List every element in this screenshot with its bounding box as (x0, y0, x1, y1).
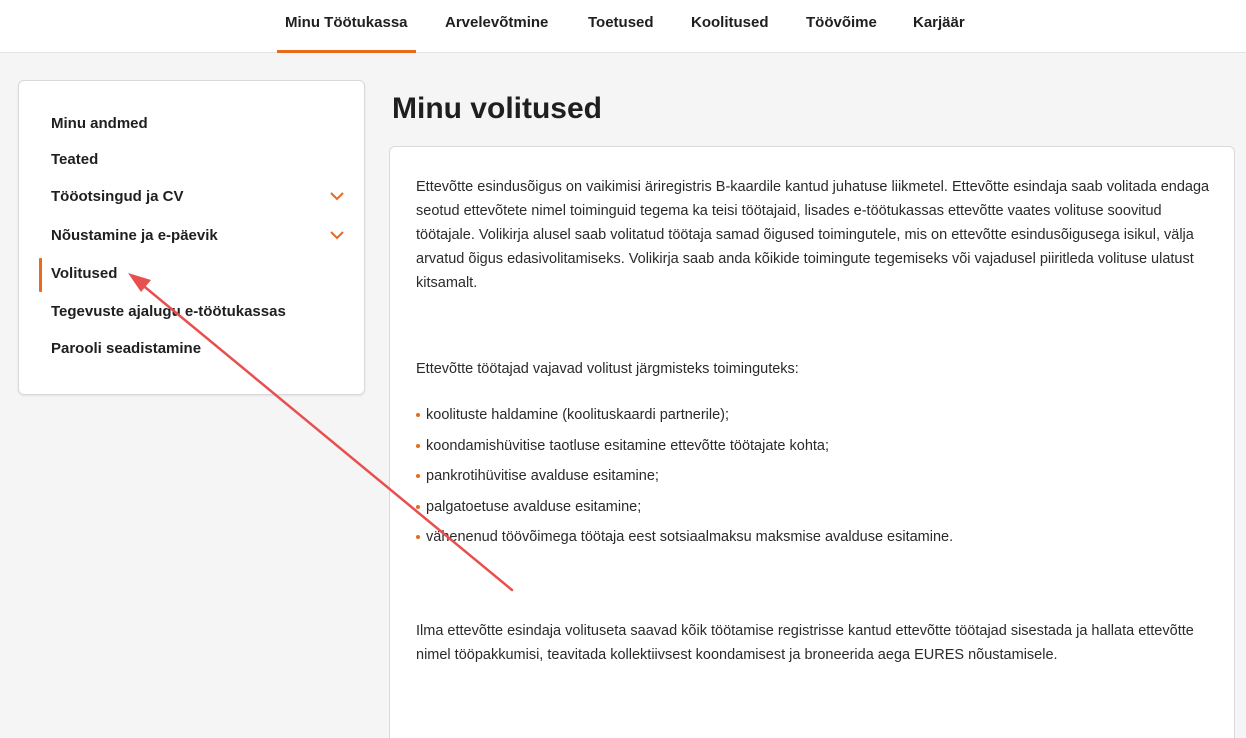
sidebar-item-label: Volitused (51, 265, 118, 282)
sidebar-item-label: Tegevuste ajalugu e-töötukassas (51, 303, 286, 320)
tab-minu-tootukassa[interactable]: Minu Töötukassa (277, 0, 416, 53)
intro-paragraph: Ettevõtte esindusõigus on vaikimisi ärir… (416, 179, 1210, 291)
sidebar-item-minu-andmed[interactable]: Minu andmed (51, 110, 344, 138)
sidebar-item-toootsingud-ja-cv[interactable]: Tööotsingud ja CV (51, 183, 344, 211)
tab-karjaar[interactable]: Karjäär (913, 0, 965, 53)
list-item: vähenenud töövõimega töötaja eest sotsia… (416, 525, 1216, 556)
tab-arvelevotmine[interactable]: Arvelevõtmine (445, 0, 548, 53)
top-navigation: Minu Töötukassa Arvelevõtmine Toetused K… (0, 0, 1246, 53)
sidebar-item-label: Minu andmed (51, 115, 148, 132)
requirements-heading-paragraph: Ettevõtte töötajad vajavad volitust järg… (416, 361, 799, 377)
sidebar-item-label: Nõustamine ja e-päevik (51, 227, 218, 244)
requirements-list: koolituste haldamine (koolituskaardi par… (416, 403, 1216, 556)
sidebar-item-tegevuste-ajalugu[interactable]: Tegevuste ajalugu e-töötukassas (51, 298, 344, 326)
chevron-down-icon[interactable] (330, 191, 344, 201)
list-item: koolituste haldamine (koolituskaardi par… (416, 403, 1216, 434)
content-card: Ettevõtte esindusõigus on vaikimisi ärir… (389, 146, 1235, 738)
chevron-down-icon[interactable] (330, 230, 344, 240)
tab-koolitused[interactable]: Koolitused (691, 0, 769, 53)
list-item: pankrotihüvitise avalduse esitamine; (416, 464, 1216, 495)
sidebar-menu: Minu andmed Teated Tööotsingud ja CV Nõu… (18, 80, 365, 395)
sidebar-item-label: Tööotsingud ja CV (51, 188, 184, 205)
sidebar-item-teated[interactable]: Teated (51, 146, 344, 174)
sidebar-item-volitused[interactable]: Volitused (51, 260, 344, 288)
closing-paragraph: Ilma ettevõtte esindaja volituseta saava… (416, 623, 1194, 663)
page-title: Minu volitused (392, 92, 602, 125)
list-item: koondamishüvitise taotluse esitamine ett… (416, 434, 1216, 465)
active-item-indicator (39, 258, 42, 292)
sidebar-item-label: Teated (51, 151, 99, 168)
list-item: palgatoetuse avalduse esitamine; (416, 495, 1216, 526)
sidebar-item-parooli-seadistamine[interactable]: Parooli seadistamine (51, 335, 344, 363)
tab-toovoime[interactable]: Töövõime (806, 0, 877, 53)
sidebar-item-noustamine-ja-e-paevik[interactable]: Nõustamine ja e-päevik (51, 222, 344, 250)
tab-toetused[interactable]: Toetused (588, 0, 654, 53)
sidebar-item-label: Parooli seadistamine (51, 340, 202, 357)
